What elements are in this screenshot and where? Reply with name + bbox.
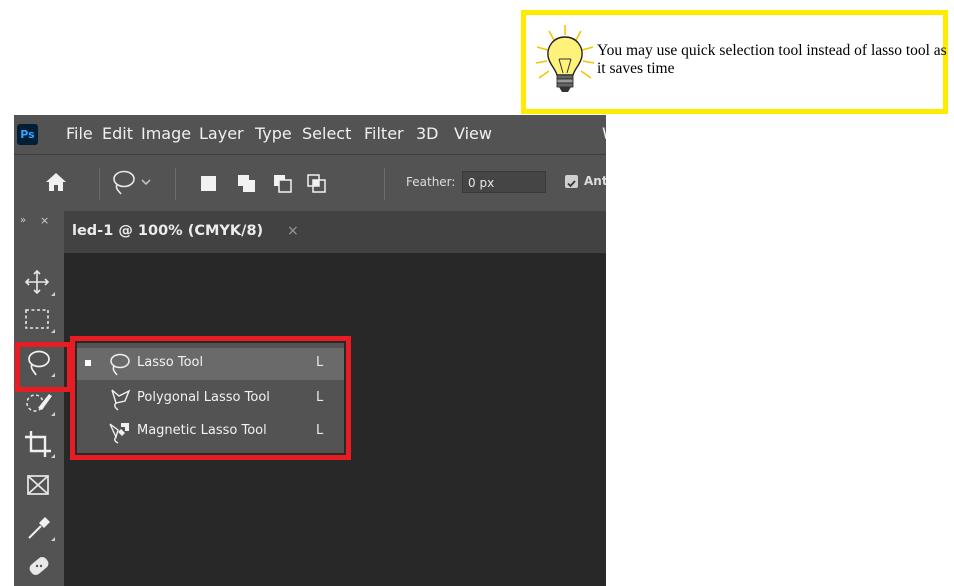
subtract-from-selection-icon[interactable]	[272, 172, 294, 194]
menu-window[interactable]: W	[602, 124, 606, 143]
flyout-highlight	[70, 336, 351, 460]
feather-input[interactable]: 0 px	[462, 171, 546, 193]
healing-brush-tool-icon[interactable]	[21, 550, 57, 586]
separator	[384, 168, 385, 200]
tools-panel: » ×	[14, 211, 64, 586]
separator	[99, 168, 100, 200]
intersect-selection-icon[interactable]	[306, 172, 328, 194]
menu-view[interactable]: View	[454, 124, 492, 143]
menu-edit[interactable]: Edit	[102, 124, 133, 143]
menu-image[interactable]: Image	[141, 124, 191, 143]
lasso-tool-highlight	[15, 342, 72, 392]
panel-collapse-icon[interactable]: »	[20, 215, 26, 226]
photoshop-logo: Ps	[17, 124, 38, 145]
feather-label: Feather:	[406, 175, 456, 189]
panel-close-icon[interactable]: ×	[40, 214, 49, 227]
menu-bar: Ps File Edit Image Layer Type Select Fil…	[14, 115, 606, 154]
new-selection-icon[interactable]	[198, 172, 220, 194]
document-tab-title: led-1 @ 100% (CMYK/8)	[72, 223, 264, 239]
lightbulb-icon	[535, 23, 595, 99]
menu-type[interactable]: Type	[255, 124, 292, 143]
move-tool-icon[interactable]	[21, 265, 57, 301]
marquee-tool-icon[interactable]	[21, 302, 57, 338]
home-icon[interactable]	[44, 171, 68, 193]
anti-alias-checkbox[interactable]	[565, 175, 578, 188]
separator	[175, 168, 176, 200]
anti-alias-label: Ant	[584, 174, 606, 188]
menu-layer[interactable]: Layer	[199, 124, 244, 143]
eyedropper-tool-icon[interactable]	[21, 510, 57, 546]
menu-filter[interactable]: Filter	[364, 124, 404, 143]
add-to-selection-icon[interactable]	[236, 172, 258, 194]
tip-box: You may use quick selection tool instead…	[521, 10, 948, 114]
menu-3d[interactable]: 3D	[416, 124, 439, 143]
tip-text: You may use quick selection tool instead…	[597, 42, 947, 77]
document-tab-bar: led-1 @ 100% (CMYK/8) ×	[64, 211, 606, 253]
document-tab[interactable]: led-1 @ 100% (CMYK/8) ×	[64, 211, 316, 253]
menu-select[interactable]: Select	[302, 124, 351, 143]
menu-file[interactable]: File	[66, 124, 93, 143]
crop-tool-icon[interactable]	[21, 427, 57, 463]
close-tab-icon[interactable]: ×	[287, 223, 299, 239]
tool-preset-picker[interactable]	[110, 168, 156, 196]
frame-tool-icon[interactable]	[21, 468, 57, 504]
options-bar: Feather: 0 px Ant	[14, 154, 606, 211]
